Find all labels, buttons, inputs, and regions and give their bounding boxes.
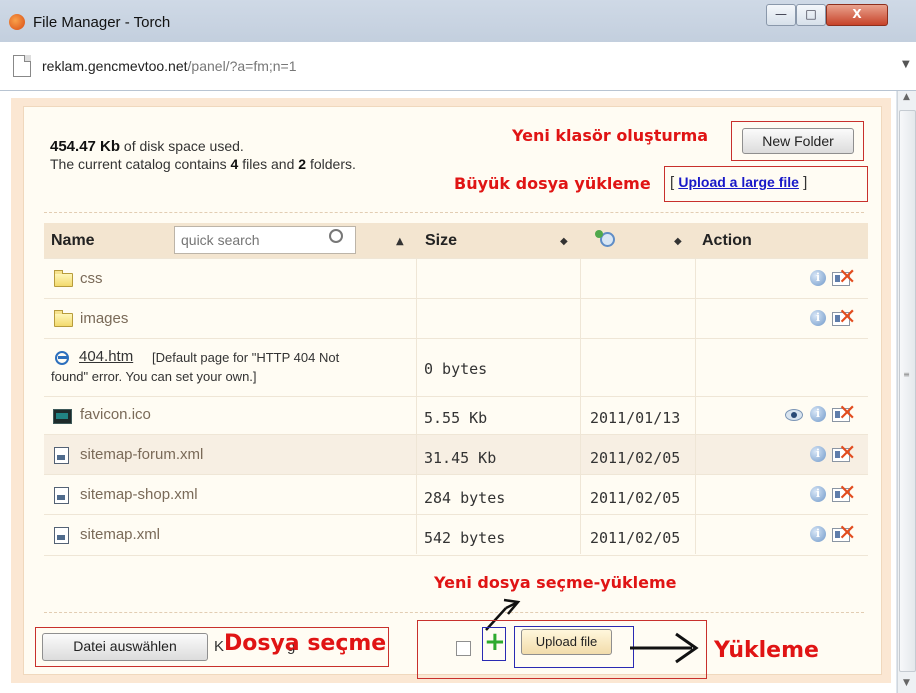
- file-size: 0 bytes: [424, 360, 488, 378]
- info-icon[interactable]: i: [810, 446, 826, 462]
- url-host: reklam.gencmevtoo.net: [42, 58, 188, 74]
- file-size: 542 bytes: [424, 529, 506, 547]
- folder-icon: [54, 310, 73, 327]
- column-name-header[interactable]: Name: [51, 232, 95, 250]
- page-icon: [13, 55, 31, 77]
- info-icon[interactable]: i: [810, 526, 826, 542]
- delete-icon[interactable]: ✕: [838, 307, 856, 329]
- file-note-line2: found" error. You can set your own.]: [51, 369, 257, 384]
- scroll-grip-icon: ≡: [903, 370, 910, 379]
- file-name-favicon[interactable]: favicon.ico: [80, 406, 151, 423]
- file-size: 31.45 Kb: [424, 449, 497, 467]
- info-icon[interactable]: i: [810, 406, 826, 422]
- annotation-upload: Yükleme: [714, 638, 819, 663]
- scroll-thumb[interactable]: [899, 110, 916, 672]
- files-word: files and: [238, 156, 299, 172]
- pointer-arrow-right-icon: [630, 632, 699, 664]
- table-row[interactable]: [44, 298, 868, 339]
- file-name-sitemap-shop[interactable]: sitemap-shop.xml: [80, 486, 198, 503]
- bracket-close: ]: [798, 174, 808, 191]
- file-size: 284 bytes: [424, 489, 506, 507]
- scroll-up-icon[interactable]: ▲: [897, 92, 916, 108]
- info-icon[interactable]: i: [810, 310, 826, 326]
- url-path: /panel/?a=fm;n=1: [187, 58, 297, 74]
- info-icon[interactable]: i: [810, 486, 826, 502]
- upload-file-button[interactable]: Upload file: [521, 629, 612, 655]
- xml-file-icon: [54, 487, 69, 504]
- maximize-button[interactable]: □: [796, 4, 826, 26]
- choose-file-button[interactable]: Datei auswählen: [42, 633, 208, 661]
- column-divider: [580, 258, 581, 554]
- divider-bottom: [44, 612, 864, 613]
- divider-top: [44, 212, 864, 213]
- disk-used-value: 454.47 Kb: [50, 138, 121, 155]
- disk-usage-text: 454.47 Kb of disk space used.: [50, 138, 244, 155]
- sort-name-icon[interactable]: ▲: [396, 236, 404, 247]
- folders-count: 2: [298, 156, 307, 172]
- ie-file-icon: [55, 351, 69, 365]
- delete-icon[interactable]: ✕: [838, 403, 856, 425]
- scroll-down-icon[interactable]: ▼: [897, 678, 916, 693]
- file-note-line1: [Default page for "HTTP 404 Not: [152, 350, 340, 365]
- column-action-header: Action: [702, 232, 752, 249]
- close-button[interactable]: X: [826, 4, 888, 26]
- sort-size-icon[interactable]: ◆: [560, 236, 568, 247]
- clock-icon[interactable]: [595, 230, 615, 247]
- xml-file-icon: [54, 527, 69, 544]
- table-row[interactable]: [44, 258, 868, 299]
- column-divider: [416, 258, 417, 554]
- url-text[interactable]: reklam.gencmevtoo.net/panel/?a=fm;n=1: [42, 58, 297, 74]
- file-size: 5.55 Kb: [424, 409, 488, 427]
- file-date: 2011/02/05: [590, 489, 681, 507]
- file-name-css[interactable]: css: [80, 270, 103, 287]
- no-file-text-start: K: [214, 638, 225, 655]
- disk-used-suffix: of disk space used.: [120, 138, 244, 154]
- column-divider: [695, 258, 696, 554]
- folder-icon: [54, 270, 73, 287]
- file-date: 2011/01/13: [590, 409, 681, 427]
- folders-word: folders.: [306, 156, 356, 172]
- eye-icon[interactable]: [785, 409, 803, 421]
- delete-icon[interactable]: ✕: [838, 267, 856, 289]
- delete-icon[interactable]: ✕: [838, 443, 856, 465]
- catalog-prefix: The current catalog contains: [50, 156, 231, 172]
- file-name-sitemap-forum[interactable]: sitemap-forum.xml: [80, 446, 203, 463]
- file-name-404[interactable]: 404.htm: [79, 348, 133, 365]
- file-date: 2011/02/05: [590, 529, 681, 547]
- catalog-summary: The current catalog contains 4 files and…: [50, 156, 356, 172]
- sort-date-icon[interactable]: ◆: [674, 236, 682, 247]
- file-name-sitemap[interactable]: sitemap.xml: [80, 526, 160, 543]
- annotation-select-upload: Yeni dosya seçme-yükleme: [434, 573, 677, 592]
- quick-search-input[interactable]: [179, 230, 323, 250]
- info-icon[interactable]: i: [810, 270, 826, 286]
- xml-file-icon: [54, 447, 69, 464]
- quick-search-box[interactable]: [174, 226, 356, 254]
- search-icon[interactable]: [329, 229, 343, 243]
- window-title: File Manager - Torch: [33, 14, 171, 31]
- file-name-images[interactable]: images: [80, 310, 128, 327]
- delete-icon[interactable]: ✕: [838, 483, 856, 505]
- new-folder-button[interactable]: New Folder: [742, 128, 854, 154]
- upload-large-file-link[interactable]: Upload a large file: [678, 174, 799, 190]
- ico-file-icon: [53, 409, 72, 424]
- add-file-plus-icon[interactable]: +: [484, 629, 506, 655]
- file-date: 2011/02/05: [590, 449, 681, 467]
- torch-app-icon: [9, 14, 25, 30]
- upload-large-wrapper: [ Upload a large file ]: [670, 174, 807, 191]
- delete-icon[interactable]: ✕: [838, 523, 856, 545]
- annotation-upload-large: Büyük dosya yükleme: [454, 174, 651, 193]
- column-size-header[interactable]: Size: [425, 232, 457, 250]
- minimize-button[interactable]: —: [766, 4, 796, 26]
- address-dropdown-icon[interactable]: ▼: [902, 59, 910, 70]
- upload-checkbox[interactable]: [456, 641, 471, 656]
- annotation-choose-file: Dosya seçme: [224, 631, 387, 656]
- annotation-new-folder: Yeni klasör oluşturma: [512, 126, 709, 145]
